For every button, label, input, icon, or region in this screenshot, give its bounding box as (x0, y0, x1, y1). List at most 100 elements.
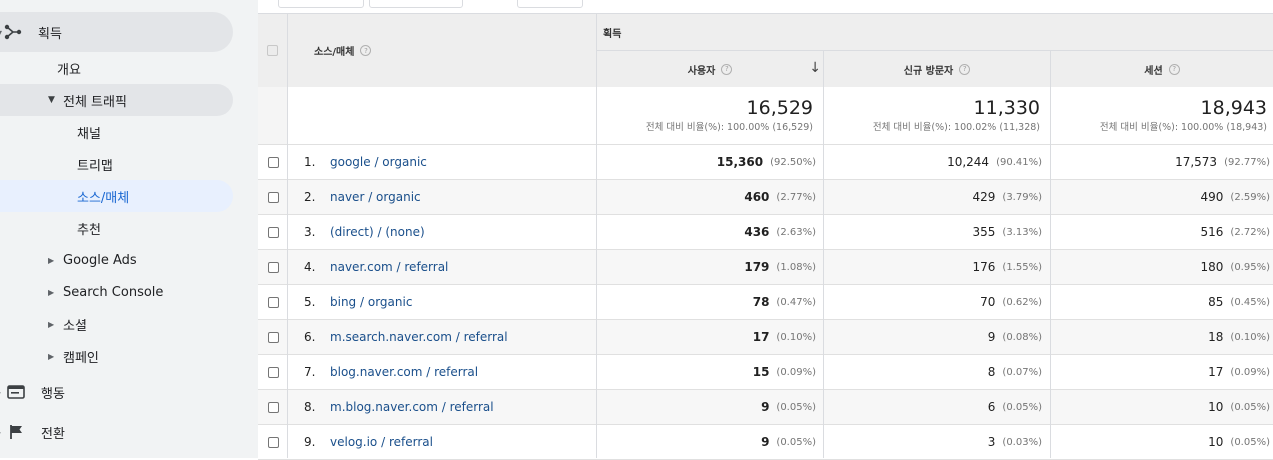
section-behavior[interactable]: ▸ 행동 (0, 382, 65, 402)
row-rank: 9. (304, 435, 316, 449)
sidebar: ▾ 획득 개요 ▼ 전체 트래픽 채널 트리맵 소스/매체 추천 ▶ Googl… (0, 0, 258, 458)
users-cell: 15,360 (92.50%) (597, 145, 816, 179)
nav-treemaps[interactable]: 트리맵 (77, 154, 113, 174)
column-header-sessions[interactable]: 세션 ? (1051, 51, 1273, 87)
toolbar-button[interactable] (369, 0, 463, 8)
table-row[interactable]: 1. google / organic 15,360 (92.50%) 10,2… (258, 145, 1273, 180)
new-users-value: 176 (972, 260, 996, 274)
nav-search-console[interactable]: ▶ Search Console (48, 282, 163, 302)
sessions-value: 85 (1208, 295, 1224, 309)
caret-down-icon: ▼ (48, 95, 55, 105)
row-checkbox[interactable] (267, 366, 279, 378)
column-header-users[interactable]: 사용자 ? ↓ (597, 51, 824, 87)
users-percent: (2.63%) (776, 226, 816, 238)
table-row[interactable]: 4. naver.com / referral 179 (1.08%) 176 … (258, 250, 1273, 285)
dimension-header[interactable]: 소스/매체 ? (288, 14, 597, 87)
table-row[interactable]: 2. naver / organic 460 (2.77%) 429 (3.79… (258, 180, 1273, 215)
sessions-value: 17 (1208, 365, 1224, 379)
nav-campaigns-label: 캠페인 (63, 350, 99, 366)
nav-campaigns[interactable]: ▶ 캠페인 (48, 346, 99, 366)
group-header: 획득 (597, 14, 1273, 51)
table-row[interactable]: 7. blog.naver.com / referral 15 (0.09%) … (258, 355, 1273, 390)
row-checkbox[interactable] (267, 436, 279, 448)
source-medium-link[interactable]: velog.io / referral (330, 435, 433, 449)
source-cell: 7. blog.naver.com / referral (304, 355, 594, 389)
source-medium-link[interactable]: m.search.naver.com / referral (330, 330, 508, 344)
sessions-percent: (0.05%) (1230, 436, 1270, 448)
source-medium-link[interactable]: m.blog.naver.com / referral (330, 400, 494, 414)
users-value: 78 (752, 295, 770, 309)
row-checkbox[interactable] (267, 331, 279, 343)
row-rank: 3. (304, 225, 316, 239)
section-acquisition[interactable]: ▾ 획득 (0, 21, 62, 43)
users-percent: (0.05%) (776, 401, 816, 413)
nav-social[interactable]: ▶ 소셜 (48, 314, 87, 334)
table-row[interactable]: 3. (direct) / (none) 436 (2.63%) 355 (3.… (258, 215, 1273, 250)
users-percent: (1.08%) (776, 261, 816, 273)
users-cell: 78 (0.47%) (597, 285, 816, 319)
acquisition-icon (4, 24, 22, 40)
source-medium-link[interactable]: blog.naver.com / referral (330, 365, 478, 379)
source-medium-link[interactable]: naver.com / referral (330, 260, 448, 274)
table-row[interactable]: 6. m.search.naver.com / referral 17 (0.1… (258, 320, 1273, 355)
source-cell: 4. naver.com / referral (304, 250, 594, 284)
row-checkbox[interactable] (267, 296, 279, 308)
sessions-percent: (0.45%) (1230, 296, 1270, 308)
caret-right-icon: ▸ (0, 428, 1, 437)
users-value: 9 (761, 400, 770, 414)
sessions-percent: (0.95%) (1230, 261, 1270, 273)
row-checkbox-cell (258, 390, 288, 424)
table-row[interactable]: 9. velog.io / referral 9 (0.05%) 3 (0.03… (258, 425, 1273, 460)
table-row[interactable]: 8. m.blog.naver.com / referral 9 (0.05%)… (258, 390, 1273, 425)
source-medium-link[interactable]: bing / organic (330, 295, 412, 309)
help-icon[interactable]: ? (1168, 63, 1180, 75)
total-sessions-value: 18,943 (1200, 97, 1267, 119)
nav-google-ads-label: Google Ads (63, 252, 137, 268)
toolbar-button[interactable] (278, 0, 364, 8)
sessions-cell: 10 (0.05%) (1051, 425, 1270, 459)
sessions-percent: (0.05%) (1230, 401, 1270, 413)
help-icon[interactable]: ? (959, 63, 971, 75)
row-checkbox[interactable] (267, 261, 279, 273)
row-checkbox[interactable] (267, 156, 279, 168)
nav-overview[interactable]: 개요 (57, 58, 81, 78)
select-all-checkbox[interactable] (267, 45, 278, 56)
row-checkbox[interactable] (267, 191, 279, 203)
total-users-sub: 전체 대비 비율(%): 100.00% (16,529) (645, 122, 813, 133)
nav-referrals-label: 추천 (77, 222, 101, 238)
row-checkbox[interactable] (267, 401, 279, 413)
help-icon[interactable]: ? (360, 45, 372, 56)
caret-right-icon: ▶ (48, 351, 55, 361)
sessions-cell: 10 (0.05%) (1051, 390, 1270, 424)
section-conversions[interactable]: ▸ 전환 (0, 422, 65, 442)
source-medium-link[interactable]: (direct) / (none) (330, 225, 425, 239)
nav-referrals[interactable]: 추천 (77, 218, 101, 238)
table-row[interactable]: 5. bing / organic 78 (0.47%) 70 (0.62%) … (258, 285, 1273, 320)
column-header-new-users[interactable]: 신규 방문자 ? (824, 51, 1051, 87)
nav-source-medium[interactable]: 소스/매체 (77, 186, 129, 206)
nav-all-traffic[interactable]: ▼ 전체 트래픽 (48, 90, 127, 110)
source-medium-link[interactable]: google / organic (330, 155, 427, 169)
toolbar-button[interactable] (517, 0, 583, 8)
nav-google-ads[interactable]: ▶ Google Ads (48, 250, 137, 270)
nav-treemaps-label: 트리맵 (77, 158, 113, 174)
row-checkbox-cell (258, 215, 288, 249)
users-cell: 179 (1.08%) (597, 250, 816, 284)
new-users-cell: 70 (0.62%) (824, 285, 1042, 319)
new-users-percent: (3.13%) (1002, 226, 1042, 238)
users-cell: 9 (0.05%) (597, 390, 816, 424)
help-icon[interactable]: ? (721, 63, 733, 75)
sessions-value: 10 (1208, 435, 1224, 449)
sessions-cell: 516 (2.72%) (1051, 215, 1270, 249)
row-rank: 8. (304, 400, 316, 414)
sessions-cell: 17 (0.09%) (1051, 355, 1270, 389)
source-medium-link[interactable]: naver / organic (330, 190, 421, 204)
new-users-percent: (0.07%) (1002, 366, 1042, 378)
column-header-new-users-label: 신규 방문자 (903, 65, 954, 77)
row-checkbox-cell (258, 425, 288, 459)
row-checkbox[interactable] (267, 226, 279, 238)
new-users-percent: (0.62%) (1002, 296, 1042, 308)
nav-channels[interactable]: 채널 (77, 122, 101, 142)
sort-arrow-icon[interactable]: ↓ (809, 60, 821, 76)
new-users-value: 70 (980, 295, 996, 309)
